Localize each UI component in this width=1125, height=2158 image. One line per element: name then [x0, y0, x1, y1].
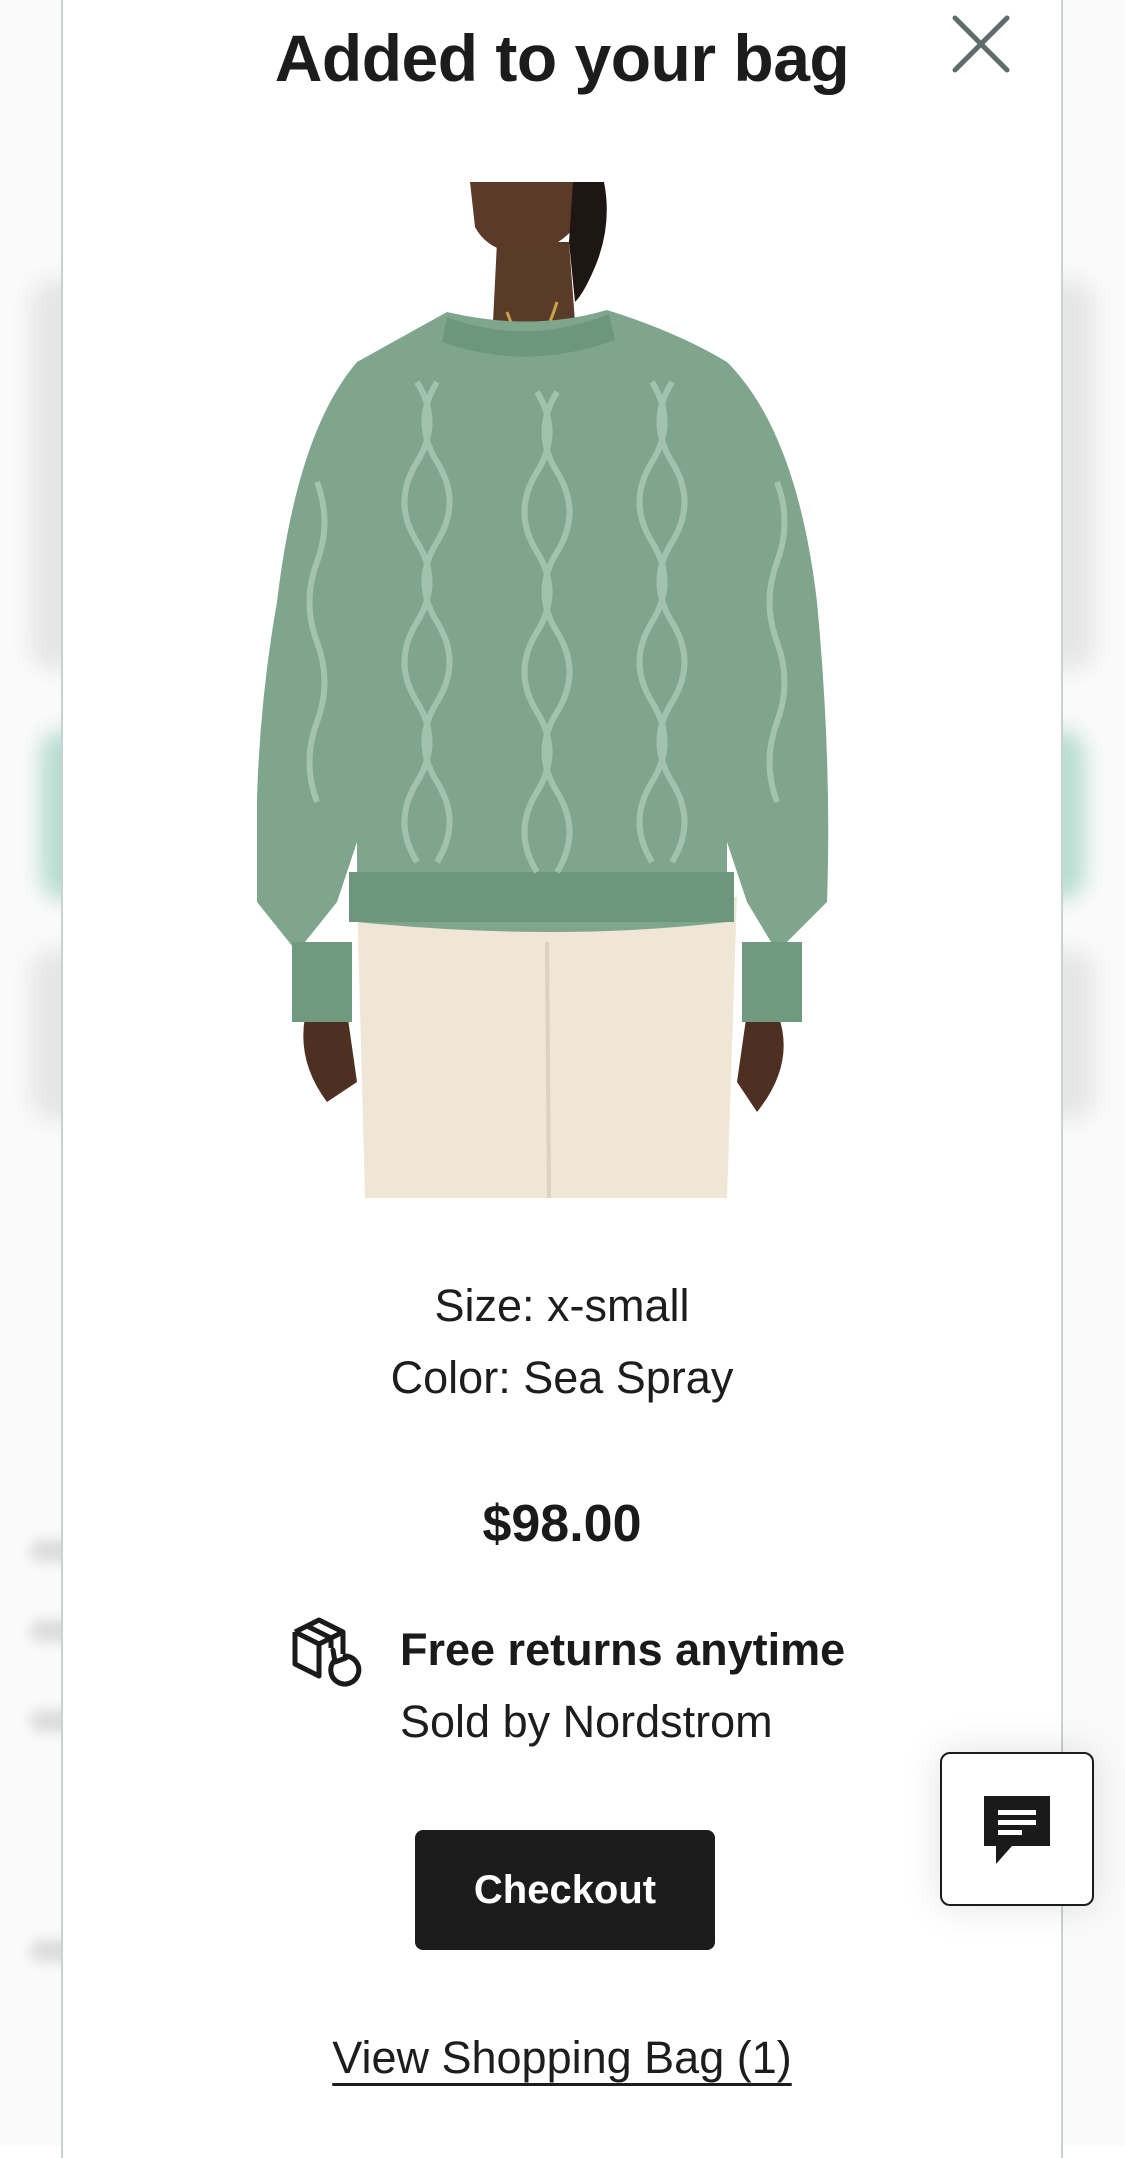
box-return-icon: [289, 1610, 367, 1688]
modal-title: Added to your bag: [274, 21, 850, 95]
price: $98.00: [482, 1495, 642, 1553]
view-shopping-bag-link[interactable]: View Shopping Bag (1): [332, 2032, 791, 2083]
size-label: Size: x-small: [434, 1280, 690, 1331]
product-image: [257, 182, 867, 1198]
sold-by-label: Sold by Nordstrom: [400, 1696, 773, 1747]
free-returns-label: Free returns anytime: [400, 1624, 846, 1675]
close-icon[interactable]: [949, 12, 1013, 76]
chat-button[interactable]: [940, 1752, 1094, 1906]
chat-bubble-icon: [984, 1796, 1050, 1864]
added-to-bag-modal: Added to your bag Size: x-small Color: S…: [61, 0, 1063, 2158]
color-label: Color: Sea Spray: [390, 1352, 734, 1403]
checkout-button[interactable]: Checkout: [415, 1830, 715, 1950]
view-bag-container: View Shopping Bag (1): [63, 2032, 1061, 2084]
